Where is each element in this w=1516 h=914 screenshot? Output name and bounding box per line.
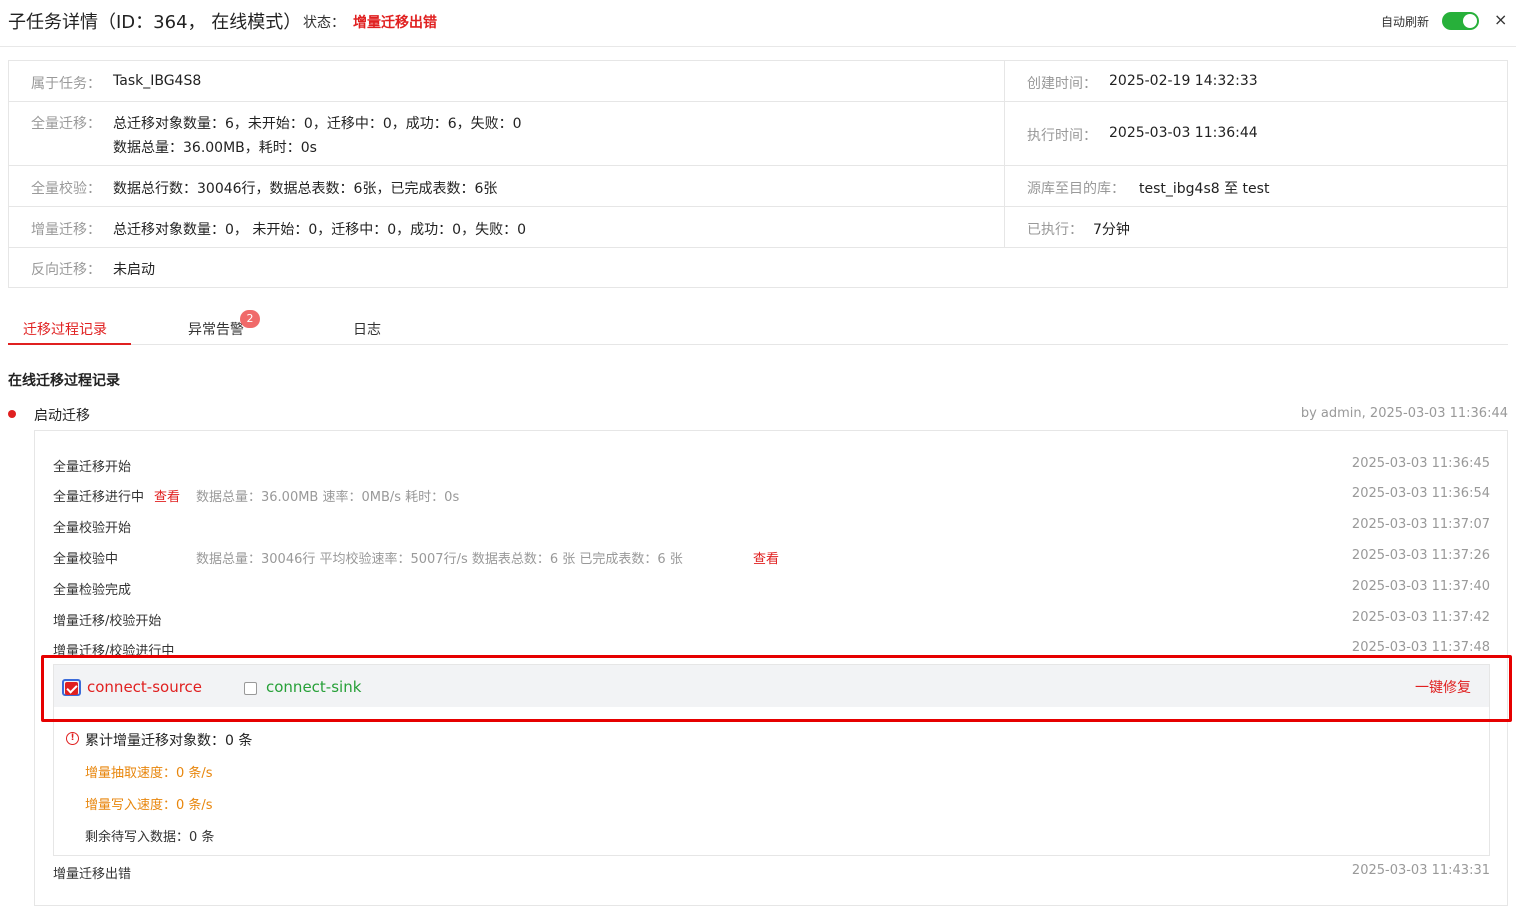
reverse-label: 反向迁移： — [31, 262, 101, 278]
auto-refresh-label: 自动刷新 — [1381, 15, 1430, 29]
created-label: 创建时间： — [1027, 76, 1097, 92]
page-title: 子任务详情（ID：364， 在线模式） — [8, 12, 302, 33]
row-divider — [9, 247, 1507, 248]
event-name: 增量迁移出错 — [53, 867, 132, 882]
reverse-value: 未启动 — [113, 262, 155, 278]
warning-icon: ! — [66, 732, 79, 745]
src-dst-label: 源库至目的库： — [1027, 181, 1125, 197]
page-header: 子任务详情（ID：364， 在线模式） 状态： 增量迁移出错 自动刷新 × — [0, 0, 1516, 47]
column-divider — [1004, 61, 1005, 248]
status-label: 状态： — [303, 15, 345, 31]
task-info-panel: 属于任务： Task_IBG4S8 全量迁移： 总迁移对象数量：6，未开始：0，… — [8, 60, 1508, 288]
tab-migration-records[interactable]: 迁移过程记录 — [23, 319, 107, 339]
row-divider — [9, 165, 1507, 166]
src-dst-value: test_ibg4s8 至 test — [1139, 181, 1270, 197]
full-migration-label: 全量迁移： — [31, 116, 101, 132]
view-link[interactable]: 查看 — [154, 486, 180, 505]
created-value: 2025-02-19 14:32:33 — [1109, 73, 1258, 89]
tab-logs[interactable]: 日志 — [353, 319, 381, 339]
tab-bar: 迁移过程记录 异常告警 2 日志 — [8, 310, 1508, 345]
incr-migration-label: 增量迁移： — [31, 222, 101, 238]
status-value: 增量迁移出错 — [353, 15, 437, 31]
write-speed: 增量写入速度：0 条/s — [85, 798, 213, 813]
auto-refresh-toggle[interactable] — [1442, 12, 1479, 30]
event-time: 2025-03-03 11:37:42 — [1351, 610, 1490, 625]
elapsed-value: 7分钟 — [1093, 222, 1130, 238]
close-icon[interactable]: × — [1494, 10, 1507, 29]
event-time: 2025-03-03 11:37:40 — [1351, 579, 1490, 594]
event-time: 2025-03-03 11:36:54 — [1351, 486, 1490, 501]
timeline-dot-icon — [8, 410, 16, 418]
alert-count-badge: 2 — [240, 310, 260, 328]
full-migration-line1: 总迁移对象数量：6，未开始：0，迁移中：0，成功：6，失败：0 — [113, 116, 522, 132]
event-detail: 数据总量：30046行 平均校验速率：5007行/s 数据表总数：6 张 已完成… — [196, 552, 683, 567]
exec-time-label: 执行时间： — [1027, 128, 1097, 144]
exec-time-value: 2025-03-03 11:36:44 — [1109, 125, 1258, 141]
remaining-data: 剩余待写入数据：0 条 — [85, 830, 215, 845]
step-meta: by admin, 2025-03-03 11:36:44 — [1300, 406, 1508, 421]
incr-migration-value: 总迁移对象数量：0， 未开始：0，迁移中：0，成功：0，失败：0 — [113, 222, 526, 238]
event-time: 2025-03-03 11:43:31 — [1351, 863, 1490, 878]
section-title: 在线迁移过程记录 — [8, 373, 120, 389]
event-time: 2025-03-03 11:37:07 — [1351, 517, 1490, 532]
event-time: 2025-03-03 11:37:26 — [1351, 548, 1490, 563]
event-time: 2025-03-03 11:37:48 — [1351, 640, 1490, 655]
event-name: 全量迁移进行中 — [53, 490, 145, 505]
event-name: 全量校验中 — [53, 552, 119, 567]
event-name: 全量检验完成 — [53, 583, 132, 598]
event-name: 增量迁移/校验开始 — [53, 614, 162, 629]
task-value: Task_IBG4S8 — [113, 73, 202, 89]
full-check-value: 数据总行数：30046行，数据总表数：6张，已完成表数：6张 — [113, 181, 498, 197]
tab-alerts[interactable]: 异常告警 — [188, 319, 244, 339]
event-detail: 数据总量：36.00MB 速率：0MB/s 耗时：0s — [196, 490, 460, 505]
total-incremental-count: 累计增量迁移对象数：0 条 — [85, 733, 253, 749]
elapsed-label: 已执行： — [1027, 222, 1083, 238]
event-name: 全量迁移开始 — [53, 460, 132, 475]
full-migration-line2: 数据总量：36.00MB，耗时：0s — [113, 140, 317, 156]
task-label: 属于任务： — [31, 76, 101, 92]
row-divider — [9, 101, 1507, 102]
toggle-knob — [1463, 14, 1477, 28]
view-link[interactable]: 查看 — [753, 548, 779, 567]
highlight-frame — [41, 655, 1512, 722]
active-tab-underline — [8, 343, 131, 345]
full-check-label: 全量校验： — [31, 181, 101, 197]
event-time: 2025-03-03 11:36:45 — [1351, 456, 1490, 471]
extract-speed: 增量抽取速度：0 条/s — [85, 766, 213, 781]
event-name: 全量校验开始 — [53, 521, 132, 536]
row-divider — [9, 206, 1507, 207]
step-title: 启动迁移 — [34, 408, 90, 424]
